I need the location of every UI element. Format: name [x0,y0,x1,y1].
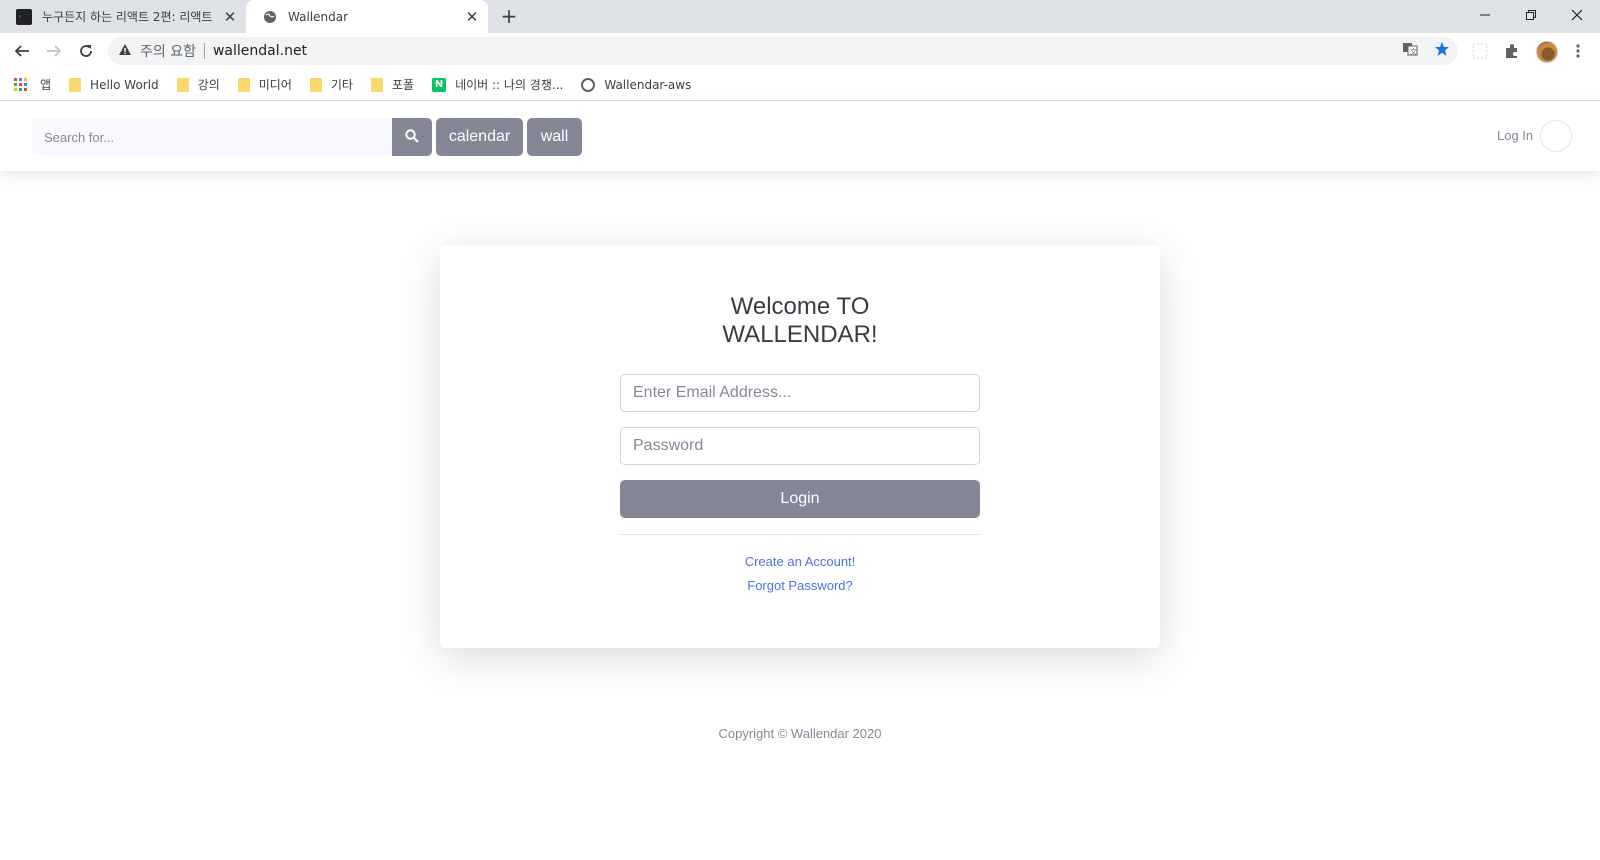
page-title: Welcome TO WALLENDAR! [440,293,1160,349]
browser-tab-title: 누구든지 하는 리액트 2편: 리액트 [42,10,213,24]
password-field[interactable] [620,427,980,465]
title-line-2: WALLENDAR! [722,321,878,348]
bookmark-star-icon[interactable] [1430,37,1454,61]
forgot-password-link[interactable]: Forgot Password? [620,578,980,593]
minimize-icon[interactable] [1462,0,1508,30]
svg-text:文: 文 [1410,47,1417,56]
forward-arrow-icon[interactable] [40,37,68,65]
browser-tab-title: Wallendar [288,9,349,24]
profile-avatar[interactable] [1536,41,1558,63]
folder-icon [176,77,189,92]
bookmarks-bar: 앱 Hello World 강의 미디어 기타 포폴 N 네이버 :: 나의 경… [0,69,1600,101]
login-link[interactable]: Log In [1497,128,1533,143]
login-card: Welcome TO WALLENDAR! Login Create an Ac… [440,245,1160,648]
restore-icon[interactable] [1508,0,1554,30]
more-menu-icon[interactable] [1568,41,1588,61]
bookmark-label: Wallendar-aws [604,77,692,92]
bookmark-label: 미디어 [258,78,292,92]
create-account-link[interactable]: Create an Account! [620,554,980,569]
wall-button[interactable]: wall [527,118,582,156]
new-tab-icon[interactable]: + [497,5,521,29]
naver-icon: N [432,77,447,92]
back-arrow-icon[interactable] [8,37,36,65]
apps-grid-icon [14,77,28,92]
avatar[interactable] [1540,120,1572,152]
extensions-puzzle-icon[interactable] [1502,41,1522,61]
bookmark-label: 포폴 [391,78,415,92]
bookmark-label: 강의 [197,78,220,92]
search-icon [405,128,419,147]
email-field[interactable] [620,374,980,412]
bookmark-portfolio[interactable]: 포폴 [370,76,415,93]
browser-tab-wallendar[interactable]: Wallendar ✕ [246,0,488,33]
browser-tab-react-article[interactable]: ᵛ 누구든지 하는 리액트 2편: 리액트 ✕ [0,0,246,33]
folder-icon [370,77,383,92]
search-button[interactable] [392,118,432,156]
card-divider [620,534,980,535]
close-window-icon[interactable] [1554,0,1600,30]
browser-tabstrip: ᵛ 누구든지 하는 리액트 2편: 리액트 ✕ Wallendar ✕ + [0,0,1600,33]
bookmark-hello-world[interactable]: Hello World [69,77,159,92]
footer-copyright: Copyright © Wallendar 2020 [718,726,882,741]
warning-icon [118,43,132,60]
svg-text:ᵛ: ᵛ [19,14,22,21]
page-content: calendar wall Log In Welcome TO WALLENDA… [0,101,1600,860]
top-navbar: calendar wall Log In [0,101,1600,171]
bookmark-media[interactable]: 미디어 [237,76,292,93]
title-line-1: Welcome TO [730,293,870,320]
bookmark-wallendar-aws[interactable]: Wallendar-aws [581,77,692,92]
reload-icon[interactable] [72,37,100,65]
bookmark-label: 앱 [40,78,52,92]
address-bar[interactable]: 주의 요함 wallendal.net [108,37,1458,65]
folder-icon [237,77,250,92]
browser-toolbar: 주의 요함 wallendal.net 文 [0,33,1600,69]
calendar-button[interactable]: calendar [436,118,523,156]
extension-placeholder-icon[interactable] [1470,41,1490,61]
bookmark-etc[interactable]: 기타 [309,76,353,93]
bookmark-label: 기타 [330,78,353,92]
folder-icon [309,77,322,92]
globe-icon [262,9,278,25]
velog-favicon-icon: ᵛ [16,8,32,25]
close-tab-icon[interactable]: ✕ [464,9,480,25]
close-tab-icon[interactable]: ✕ [222,9,238,25]
address-separator [203,43,205,59]
bookmark-naver[interactable]: N 네이버 :: 나의 경쟁... [432,76,563,93]
security-label[interactable]: 주의 요함 [140,41,196,61]
bookmark-label: Hello World [90,77,159,92]
login-button[interactable]: Login [620,480,980,518]
url-text[interactable]: wallendal.net [213,43,307,59]
globe-icon [581,77,596,92]
translate-icon[interactable]: 文 [1398,37,1422,61]
bookmark-label: 네이버 :: 나의 경쟁... [455,78,564,92]
search-input[interactable] [32,118,392,156]
folder-icon [69,77,82,92]
bookmark-apps[interactable]: 앱 [14,76,51,93]
bookmark-lectures[interactable]: 강의 [176,76,220,93]
